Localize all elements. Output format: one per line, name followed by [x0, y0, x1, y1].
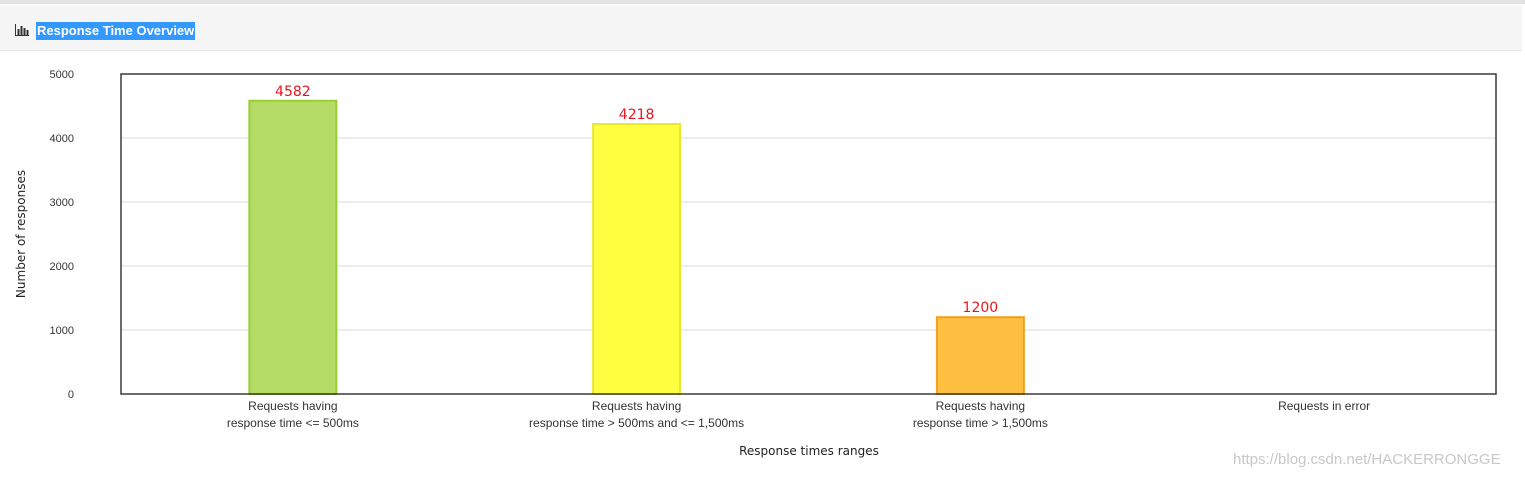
bar-value-label: 4218: [619, 107, 655, 123]
x-tick-label: Requests in error: [1278, 399, 1370, 413]
y-tick-label: 4000: [50, 133, 74, 145]
bar-value-label: 1200: [963, 300, 999, 316]
bar[interactable]: [592, 123, 682, 395]
y-tick-label: 1000: [50, 325, 74, 337]
y-tick-label: 5000: [50, 69, 74, 81]
x-tick-label: Requests having: [936, 399, 1025, 413]
x-axis-ticks: Requests having response time <= 500ms Req…: [227, 399, 1370, 430]
x-tick-label: response time > 500ms and <= 1,500ms: [529, 416, 744, 430]
x-tick-label: Requests having: [248, 399, 337, 413]
y-tick-label: 2000: [50, 261, 74, 273]
bar[interactable]: [248, 99, 338, 395]
bar[interactable]: [935, 316, 1025, 396]
watermark: https://blog.csdn.net/HACKERRONGGE: [1233, 451, 1501, 468]
x-axis-title: Response times ranges: [739, 444, 879, 458]
x-tick-label: response time <= 500ms: [227, 416, 359, 430]
bar-value-label: 4582: [275, 84, 311, 100]
y-axis-ticks: 0 1000 2000 3000 4000 5000: [50, 69, 74, 401]
x-tick-label: Requests having: [592, 399, 681, 413]
y-tick-label: 3000: [50, 197, 74, 209]
y-axis-title: Number of responses: [14, 170, 28, 298]
response-time-chart: 0 1000 2000 3000 4000 5000 Requests having res…: [14, 69, 1497, 458]
y-tick-label: 0: [68, 389, 74, 401]
bars: [248, 99, 1025, 396]
x-tick-label: response time > 1,500ms: [913, 416, 1048, 430]
